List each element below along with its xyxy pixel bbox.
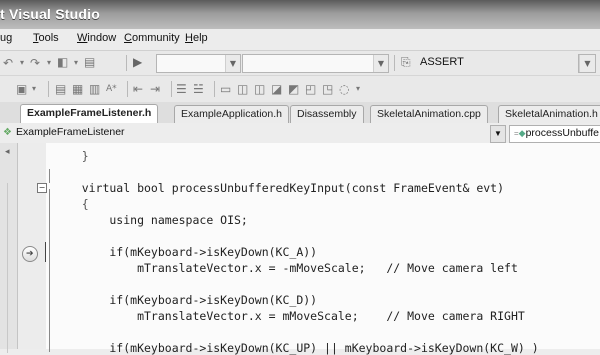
outlining-margin	[46, 143, 54, 352]
toolbar-separator	[214, 81, 215, 97]
redo-dropdown-icon[interactable]: ▾	[47, 56, 51, 70]
tab-exampleframelistener-h[interactable]: ExampleFrameListener.h	[20, 104, 159, 124]
document-tab-strip: ExampleFrameListener.h ExampleApplicatio…	[0, 102, 600, 124]
menu-community[interactable]: Community	[124, 32, 180, 44]
collapse-region-icon[interactable]: −	[37, 183, 47, 193]
class-icon: ❖	[3, 127, 12, 138]
menu-window[interactable]: Window	[77, 32, 116, 44]
navigate-dropdown-icon[interactable]: ▾	[74, 56, 78, 70]
tab-skeletalanimation-cpp[interactable]: SkeletalAnimation.cpp	[370, 105, 488, 123]
indicator-margin[interactable]: ➔	[18, 143, 47, 349]
complete-word-icon[interactable]: A*	[106, 82, 117, 96]
code-line: if(mKeyboard->isKeyDown(KC_D))	[54, 293, 318, 307]
current-statement-icon: ➔	[22, 246, 38, 262]
bookmark-previous-icon[interactable]: ◫	[237, 82, 248, 96]
find-dropdown[interactable]: ▼	[578, 54, 596, 73]
toolbar-options-icon[interactable]: ▾	[356, 82, 360, 96]
comment-out-icon[interactable]: ☰	[176, 82, 187, 96]
toolbar-separator	[127, 81, 128, 97]
tab-exampleapplication-h[interactable]: ExampleApplication.h	[174, 105, 289, 123]
chevron-down-icon: ▼	[225, 55, 240, 72]
start-debugging-icon[interactable]: ▶	[133, 55, 142, 69]
navigate-forward-icon[interactable]: ▤	[84, 55, 95, 69]
bookmark-next-doc-icon[interactable]: ◳	[322, 82, 333, 96]
text-editor-toolbar: ▣ ▾ ▤ ▦ ▥ A* ⇤ ⇥ ☰ ☱ ▭ ◫ ◫ ◪ ◩ ◰ ◳ ◌ ▾	[0, 76, 600, 103]
strip-separator	[7, 183, 8, 353]
class-combo-value: ExampleFrameListener	[16, 126, 125, 138]
solution-configuration-combo[interactable]: ▼	[156, 54, 241, 73]
bookmark-prev-doc-icon[interactable]: ◰	[305, 82, 316, 96]
find-combo[interactable]: ASSERT	[398, 54, 596, 71]
left-tool-strip: ◂	[0, 143, 18, 353]
member-combo[interactable]: =◆processUnbuffe	[509, 125, 600, 143]
solution-platform-combo[interactable]: ▼	[242, 54, 389, 73]
bookmark-prev-folder-icon[interactable]: ◪	[271, 82, 282, 96]
code-line: if(mKeyboard->isKeyDown(KC_A))	[54, 245, 318, 259]
code-line: if(mKeyboard->isKeyDown(KC_UP) || mKeybo…	[54, 341, 539, 355]
toolbar-separator	[171, 81, 172, 97]
code-editor[interactable]: } virtual bool processUnbufferedKeyInput…	[54, 143, 600, 355]
uncomment-icon[interactable]: ☱	[193, 82, 204, 96]
navigation-bar: ❖ ExampleFrameListener ▼ =◆processUnbuff…	[0, 123, 600, 144]
toolbar-separator	[394, 55, 395, 71]
chevron-down-icon: ▼	[373, 55, 388, 72]
bookmark-toggle-icon[interactable]: ▭	[220, 82, 231, 96]
toolbox-arrow-icon[interactable]: ◂	[5, 145, 10, 159]
method-icon: ◆	[518, 128, 526, 138]
code-line: using namespace OIS;	[54, 213, 248, 227]
menu-help[interactable]: Help	[185, 32, 208, 44]
code-line: {	[54, 197, 89, 211]
bookmark-next-folder-icon[interactable]: ◩	[288, 82, 299, 96]
code-line: mTranslateVector.x = mMoveScale; // Move…	[54, 309, 525, 323]
outline-line	[49, 169, 50, 183]
menu-tools[interactable]: Tools	[33, 32, 59, 44]
class-combo[interactable]: ExampleFrameListener	[16, 125, 502, 141]
standard-toolbar: ↶ ▾ ↷ ▾ ◧ ▾ ▤ ▶ ▼ ▼ ⎘ ASSERT ▼	[0, 51, 600, 76]
tab-skeletalanimation-h[interactable]: SkeletalAnimation.h	[498, 105, 600, 123]
window-dropdown-icon[interactable]: ▾	[32, 82, 36, 96]
toolbar-separator	[126, 55, 127, 71]
clear-bookmarks-icon[interactable]: ◌	[339, 82, 349, 96]
member-combo-value: processUnbuffe	[525, 127, 599, 139]
undo-dropdown-icon[interactable]: ▾	[20, 56, 24, 70]
class-combo-dropdown[interactable]: ▼	[490, 125, 506, 143]
chevron-down-icon: ▼	[494, 129, 502, 138]
display-quick-info-icon[interactable]: ▥	[89, 82, 100, 96]
chevron-down-icon: ▼	[579, 55, 595, 72]
display-object-member-list-icon[interactable]: ▤	[55, 82, 66, 96]
tab-disassembly[interactable]: Disassembly	[290, 105, 364, 123]
find-combo-value: ASSERT	[420, 56, 464, 68]
outline-line	[49, 189, 50, 352]
navigate-back-icon[interactable]: ◧	[57, 55, 68, 69]
display-parameter-info-icon[interactable]: ▦	[72, 82, 83, 96]
title-bar: t Visual Studio	[0, 0, 600, 29]
increase-indent-icon[interactable]: ⇥	[150, 82, 160, 96]
menu-debug[interactable]: ug	[0, 32, 12, 44]
menu-bar: ug Tools Window Community Help	[0, 29, 600, 51]
decrease-indent-icon[interactable]: ⇤	[133, 82, 143, 96]
code-line: virtual bool processUnbufferedKeyInput(c…	[54, 181, 505, 195]
redo-icon[interactable]: ↷	[30, 56, 40, 70]
window-list-icon[interactable]: ▣	[16, 82, 27, 96]
code-line: mTranslateVector.x = -mMoveScale; // Mov…	[54, 261, 518, 275]
code-line: }	[54, 149, 89, 163]
toolbar-separator	[48, 81, 49, 97]
undo-icon[interactable]: ↶	[3, 56, 13, 70]
window-title: t Visual Studio	[0, 6, 100, 22]
bookmark-next-icon[interactable]: ◫	[254, 82, 265, 96]
